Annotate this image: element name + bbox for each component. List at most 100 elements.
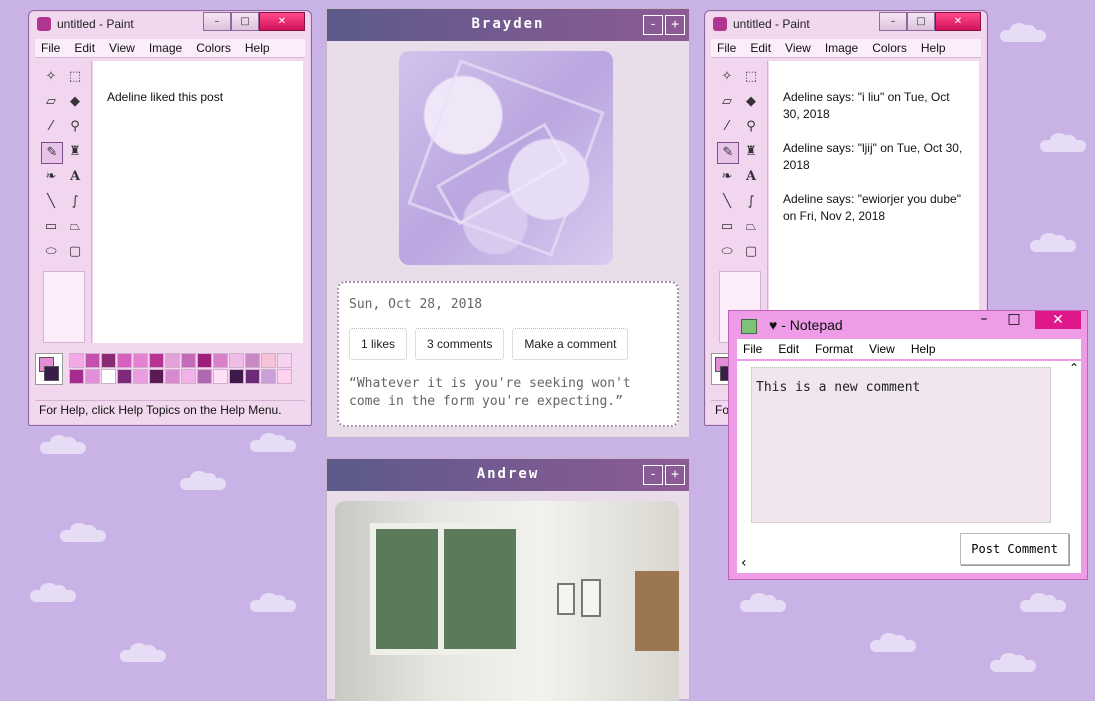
expand-button[interactable]: + [665,465,685,485]
color-swatch[interactable] [277,369,292,384]
color-swatch[interactable] [85,353,100,368]
color-swatch[interactable] [213,353,228,368]
color-swatch[interactable] [165,369,180,384]
text-tool-icon[interactable]: A [741,167,761,187]
free-select-icon[interactable]: ✧ [717,67,737,87]
airbrush-icon[interactable]: ❧ [717,167,737,187]
curve-icon[interactable]: ∫ [741,192,761,212]
fill-bucket-icon[interactable]: ◆ [741,92,761,112]
rectangle-icon[interactable]: ▭ [717,217,737,237]
polygon-icon[interactable]: ⏢ [65,217,85,237]
color-swatch[interactable] [197,369,212,384]
scroll-left-icon[interactable]: ‹ [741,555,747,571]
eraser-icon[interactable]: ▱ [717,92,737,112]
color-swatch[interactable] [165,353,180,368]
menu-file[interactable]: File [41,39,60,57]
paint-titlebar[interactable]: untitled - Paint – □ ✕ [29,11,311,37]
color-swatch[interactable] [197,353,212,368]
menu-edit[interactable]: Edit [778,339,799,359]
color-swatch[interactable] [245,353,260,368]
magnifier-icon[interactable]: ⚲ [741,117,761,137]
current-colors[interactable] [35,353,63,385]
comment-textarea[interactable]: This is a new comment [751,367,1051,523]
brush-icon[interactable]: ♜ [65,142,85,162]
collapse-button[interactable]: - [643,15,663,35]
tool-options[interactable] [43,271,85,343]
color-swatch[interactable] [181,369,196,384]
magnifier-icon[interactable]: ⚲ [65,117,85,137]
rect-select-icon[interactable]: ⬚ [65,67,85,87]
color-swatch[interactable] [85,369,100,384]
comments-button[interactable]: 3 comments [415,328,505,360]
menu-edit[interactable]: Edit [750,39,771,57]
airbrush-icon[interactable]: ❧ [41,167,61,187]
color-swatch[interactable] [277,353,292,368]
menu-help[interactable]: Help [911,339,936,359]
menu-image[interactable]: Image [825,39,858,57]
ellipse-icon[interactable]: ⬭ [717,242,737,262]
make-comment-button[interactable]: Make a comment [512,328,629,360]
color-swatch[interactable] [229,369,244,384]
menu-view[interactable]: View [785,39,811,57]
color-swatch[interactable] [133,353,148,368]
color-swatch[interactable] [69,369,84,384]
maximize-button[interactable]: □ [1005,311,1023,329]
pencil-icon[interactable]: ✎ [717,142,739,164]
color-swatch[interactable] [149,353,164,368]
close-button[interactable]: ✕ [935,12,981,31]
likes-button[interactable]: 1 likes [349,328,408,360]
color-swatch[interactable] [261,369,276,384]
collapse-button[interactable]: - [643,465,663,485]
color-swatch[interactable] [101,353,116,368]
color-picker-icon[interactable]: ⁄ [41,117,61,137]
line-icon[interactable]: ╲ [717,192,737,212]
expand-button[interactable]: + [665,15,685,35]
color-swatch[interactable] [117,353,132,368]
scroll-up-icon[interactable]: ⌃ [1067,361,1081,391]
menu-view[interactable]: View [869,339,895,359]
paint-canvas[interactable]: Adeline says: "i liu" on Tue, Oct 30, 20… [769,61,979,343]
menu-colors[interactable]: Colors [872,39,907,57]
rectangle-icon[interactable]: ▭ [41,217,61,237]
color-swatch[interactable] [133,369,148,384]
rect-select-icon[interactable]: ⬚ [741,67,761,87]
menu-file[interactable]: File [717,39,736,57]
pencil-icon[interactable]: ✎ [41,142,63,164]
minimize-button[interactable]: – [975,311,993,329]
minimize-button[interactable]: – [203,12,231,31]
color-picker-icon[interactable]: ⁄ [717,117,737,137]
fill-bucket-icon[interactable]: ◆ [65,92,85,112]
color-swatch[interactable] [101,369,116,384]
ellipse-icon[interactable]: ⬭ [41,242,61,262]
paint-titlebar[interactable]: untitled - Paint – □ ✕ [705,11,987,37]
rounded-rect-icon[interactable]: ▢ [741,242,761,262]
menu-colors[interactable]: Colors [196,39,231,57]
color-swatch[interactable] [149,369,164,384]
menu-format[interactable]: Format [815,339,853,359]
color-swatch[interactable] [245,369,260,384]
color-swatch[interactable] [261,353,276,368]
color-swatch[interactable] [69,353,84,368]
line-icon[interactable]: ╲ [41,192,61,212]
curve-icon[interactable]: ∫ [65,192,85,212]
color-swatch[interactable] [181,353,196,368]
minimize-button[interactable]: – [879,12,907,31]
free-select-icon[interactable]: ✧ [41,67,61,87]
menu-file[interactable]: File [743,339,762,359]
menu-edit[interactable]: Edit [74,39,95,57]
color-swatch[interactable] [213,369,228,384]
menu-help[interactable]: Help [245,39,270,57]
polygon-icon[interactable]: ⏢ [741,217,761,237]
post-comment-button[interactable]: Post Comment [960,533,1069,565]
close-button[interactable]: ✕ [259,12,305,31]
menu-help[interactable]: Help [921,39,946,57]
maximize-button[interactable]: □ [907,12,935,31]
close-button[interactable]: ✕ [1035,311,1081,329]
color-swatch[interactable] [117,369,132,384]
text-tool-icon[interactable]: A [65,167,85,187]
eraser-icon[interactable]: ▱ [41,92,61,112]
rounded-rect-icon[interactable]: ▢ [65,242,85,262]
brush-icon[interactable]: ♜ [741,142,761,162]
maximize-button[interactable]: □ [231,12,259,31]
menu-image[interactable]: Image [149,39,182,57]
